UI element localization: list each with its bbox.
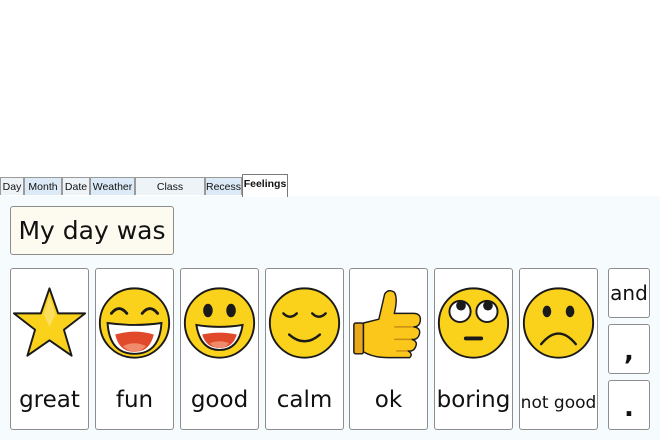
card-good[interactable]: good	[180, 268, 259, 430]
connector-comma[interactable]: ,	[608, 324, 650, 374]
card-label: fun	[115, 387, 154, 413]
calm-face-icon	[268, 287, 341, 359]
sentence-card[interactable]: My day was	[10, 206, 174, 255]
card-great[interactable]: great	[10, 268, 89, 430]
star-icon	[12, 287, 87, 357]
happy-face-icon	[183, 287, 256, 359]
tab-feelings[interactable]: Feelings	[242, 174, 288, 197]
card-label: not good	[520, 393, 597, 413]
tab-month[interactable]: Month	[24, 177, 62, 195]
card-fun[interactable]: fun	[95, 268, 174, 430]
card-label: ok	[374, 387, 403, 413]
card-ok[interactable]: ok	[349, 268, 428, 430]
laughing-face-icon	[98, 287, 171, 359]
card-label: good	[190, 387, 249, 413]
card-boring[interactable]: boring	[434, 268, 513, 430]
tab-day[interactable]: Day	[0, 177, 24, 195]
tab-weather[interactable]: Weather	[90, 177, 135, 195]
card-calm[interactable]: calm	[265, 268, 344, 430]
tab-class-subjects[interactable]: Class Subjects	[135, 177, 205, 211]
card-label: great	[19, 387, 80, 413]
card-label: boring	[436, 387, 511, 413]
connector-period[interactable]: .	[608, 380, 650, 430]
tab-recess[interactable]: Recess	[205, 177, 242, 195]
card-not-good[interactable]: not good	[519, 268, 598, 430]
thumbs-up-icon	[353, 289, 422, 359]
card-label: calm	[276, 387, 333, 413]
sad-face-icon	[522, 287, 595, 359]
tab-date[interactable]: Date	[62, 177, 90, 195]
connector-and[interactable]: and	[608, 268, 650, 318]
tab-bar: Day Month Date Weather Class Subjects Re…	[0, 174, 660, 211]
eye-roll-face-icon	[437, 287, 510, 359]
